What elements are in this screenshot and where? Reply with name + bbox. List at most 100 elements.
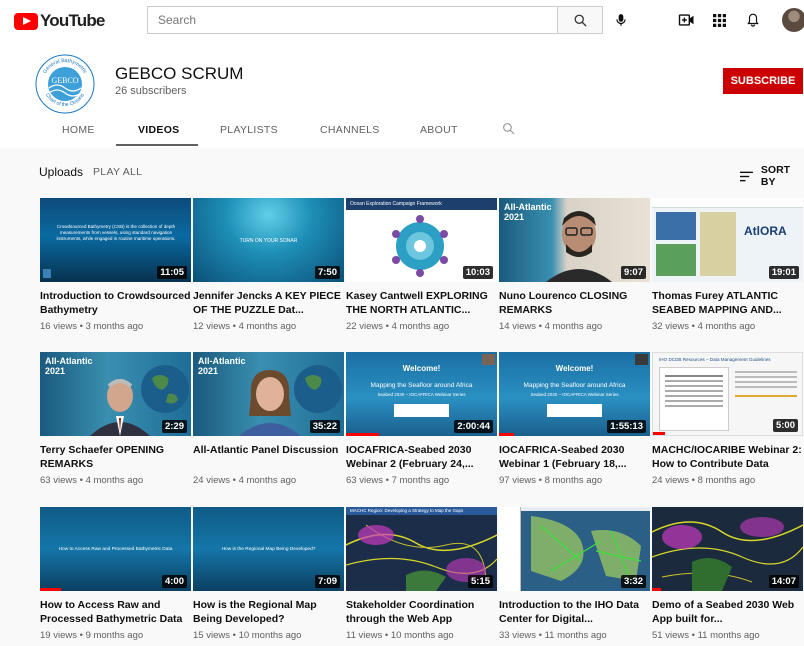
video-thumbnail[interactable]: AtlORA 19:01 (652, 198, 803, 282)
video-thumbnail[interactable]: MACHC Region: Developing a Strategy to M… (346, 507, 497, 591)
video-thumbnail[interactable]: All-Atlantic 2021 35:22 (193, 352, 344, 436)
subscriber-count: 26 subscribers (115, 85, 187, 97)
framework-wheel-icon (392, 215, 448, 277)
video-duration: 10:03 (462, 266, 493, 279)
mic-icon (616, 14, 626, 26)
voice-search-button[interactable] (609, 8, 633, 32)
video-thumbnail[interactable]: Welcome! Mapping the Seafloor around Afr… (499, 352, 650, 436)
sort-by-button[interactable]: SORT BY (740, 164, 804, 188)
crowdsourced-logo-icon (43, 269, 51, 278)
video-thumbnail[interactable]: Crowdsourced Bathymetry (CSB) is the col… (40, 198, 191, 282)
video-thumbnail[interactable]: All-Atlantic 2021 2:29 (40, 352, 191, 436)
video-card[interactable]: Ocean Exploration Campaign Framework 10:… (346, 198, 497, 332)
bell-icon (747, 13, 759, 27)
video-card[interactable]: Welcome! Mapping the Seafloor around Afr… (346, 352, 497, 486)
video-card[interactable]: Welcome! Mapping the Seafloor around Afr… (499, 352, 650, 486)
video-card[interactable]: 14:07 Demo of a Seabed 2030 Web App buil… (652, 507, 803, 641)
video-meta: 14 views • 4 months ago (499, 321, 603, 332)
create-button[interactable] (676, 10, 696, 30)
speaker-video-frame (546, 211, 612, 282)
thumbnail-caption: TURN ON YOUR SONAR (239, 238, 298, 244)
video-thumbnail[interactable]: How to Access Raw and Processed Bathymet… (40, 507, 191, 591)
video-card[interactable]: How is the Regional Map Being Developed?… (193, 507, 344, 641)
uploads-header: Uploads PLAY ALL SORT BY (0, 148, 804, 194)
video-title[interactable]: Demo of a Seabed 2030 Web App built for.… (652, 598, 803, 626)
apps-button[interactable] (709, 10, 729, 30)
video-duration: 9:07 (620, 266, 646, 279)
slide-image (656, 244, 696, 276)
thumbnail-caption: Mapping the Seafloor around Africa (370, 382, 473, 389)
video-meta: 15 views • 10 months ago (193, 630, 302, 641)
tab-about[interactable]: ABOUT (420, 124, 458, 136)
video-card[interactable]: AtlORA 19:01 Thomas Furey ATLANTIC SEABE… (652, 198, 803, 332)
avatar[interactable] (782, 8, 804, 32)
video-meta: 19 views • 9 months ago (40, 630, 144, 641)
thumbnail-caption: Mapping the Seafloor around Africa (523, 382, 626, 389)
video-card[interactable]: All-Atlantic 2021 2:29 Terry Schaefer OPE… (40, 352, 191, 486)
video-title[interactable]: Introduction to the IHO Data Center for … (499, 598, 650, 626)
video-duration: 11:05 (157, 266, 187, 279)
search-input[interactable] (147, 6, 557, 34)
play-all-button[interactable]: PLAY ALL (93, 166, 142, 178)
thumbnail-caption: How is the Regional Map Being Developed? (221, 547, 316, 552)
video-card[interactable]: TURN ON YOUR SONAR 7:50 Jennifer Jencks … (193, 198, 344, 332)
video-title[interactable]: Nuno Lourenco CLOSING REMARKS (499, 289, 650, 317)
video-title[interactable]: Thomas Furey ATLANTIC SEABED MAPPING AND… (652, 289, 803, 317)
video-card[interactable]: MACHC Region: Developing a Strategy to M… (346, 507, 497, 641)
video-title[interactable]: IOCAFRICA-Seabed 2030 Webinar 2 (Februar… (346, 443, 497, 471)
video-thumbnail[interactable]: IHO DCDB Resources – Data Management Gui… (652, 352, 803, 436)
video-duration: 4:00 (161, 575, 187, 588)
search-button[interactable] (557, 6, 603, 34)
video-title[interactable]: Jennifer Jencks A KEY PIECE OF THE PUZZL… (193, 289, 344, 317)
video-title[interactable]: All-Atlantic Panel Discussion (193, 443, 344, 471)
video-card[interactable]: All-Atlantic 2021 9:07 Nuno Lourenco CLOS… (499, 198, 650, 332)
video-title[interactable]: IOCAFRICA-Seabed 2030 Webinar 1 (Februar… (499, 443, 650, 471)
video-card[interactable]: How to Access Raw and Processed Bathymet… (40, 507, 191, 641)
presenter-inset (635, 354, 648, 365)
video-card[interactable]: 3:32 Introduction to the IHO Data Center… (499, 507, 650, 641)
video-duration: 5:15 (467, 575, 493, 588)
thumbnail-caption: How to Access Raw and Processed Bathymet… (58, 547, 173, 552)
video-title[interactable]: Stakeholder Coordination through the Web… (346, 598, 497, 626)
partner-logos (547, 404, 602, 417)
video-card[interactable]: All-Atlantic 2021 35:22 All-Atlantic Pane… (193, 352, 344, 486)
video-card[interactable]: Crowdsourced Bathymetry (CSB) is the col… (40, 198, 191, 332)
slide-title: AtlORA (744, 224, 787, 238)
youtube-logo[interactable]: YouTube (14, 11, 105, 31)
notifications-button[interactable] (743, 10, 763, 30)
video-thumbnail[interactable]: 3:32 (499, 507, 650, 591)
video-thumbnail[interactable]: TURN ON YOUR SONAR 7:50 (193, 198, 344, 282)
video-title[interactable]: Kasey Cantwell EXPLORING THE NORTH ATLAN… (346, 289, 497, 317)
video-thumbnail[interactable]: 14:07 (652, 507, 803, 591)
video-meta: 11 views • 10 months ago (346, 630, 454, 641)
video-thumbnail[interactable]: How is the Regional Map Being Developed?… (193, 507, 344, 591)
sort-icon (740, 171, 753, 181)
video-thumbnail[interactable]: All-Atlantic 2021 9:07 (499, 198, 650, 282)
thumbnail-caption: Welcome! (402, 364, 441, 373)
document-lines (735, 371, 797, 373)
speaker-video-frame (239, 370, 301, 436)
video-title[interactable]: How is the Regional Map Being Developed? (193, 598, 344, 626)
video-title[interactable]: Introduction to Crowdsourced Bathymetry (40, 289, 191, 317)
video-title[interactable]: MACHC/IOCARIBE Webinar 2: How to Contrib… (652, 443, 803, 471)
thumbnail-caption: Welcome! (555, 364, 594, 373)
video-thumbnail[interactable]: Ocean Exploration Campaign Framework 10:… (346, 198, 497, 282)
video-meta: 32 views • 4 months ago (652, 321, 756, 332)
sort-by-label: SORT BY (760, 164, 791, 188)
video-duration: 2:29 (161, 420, 187, 433)
slide-image (700, 212, 736, 276)
search-icon (574, 14, 587, 27)
video-title[interactable]: How to Access Raw and Processed Bathymet… (40, 598, 191, 626)
channel-search-icon[interactable] (502, 122, 515, 135)
watch-progress-bar (652, 588, 662, 591)
video-thumbnail[interactable]: Welcome! Mapping the Seafloor around Afr… (346, 352, 497, 436)
video-title[interactable]: Terry Schaefer OPENING REMARKS (40, 443, 191, 471)
tab-videos[interactable]: VIDEOS (138, 124, 179, 136)
subscribe-button[interactable]: SUBSCRIBE (723, 68, 803, 94)
app-sidebar (499, 507, 521, 591)
tab-channels[interactable]: CHANNELS (320, 124, 380, 136)
tab-home[interactable]: HOME (62, 124, 95, 136)
tab-playlists[interactable]: PLAYLISTS (220, 124, 278, 136)
watch-progress-bar (499, 433, 515, 436)
video-card[interactable]: IHO DCDB Resources – Data Management Gui… (652, 352, 803, 486)
